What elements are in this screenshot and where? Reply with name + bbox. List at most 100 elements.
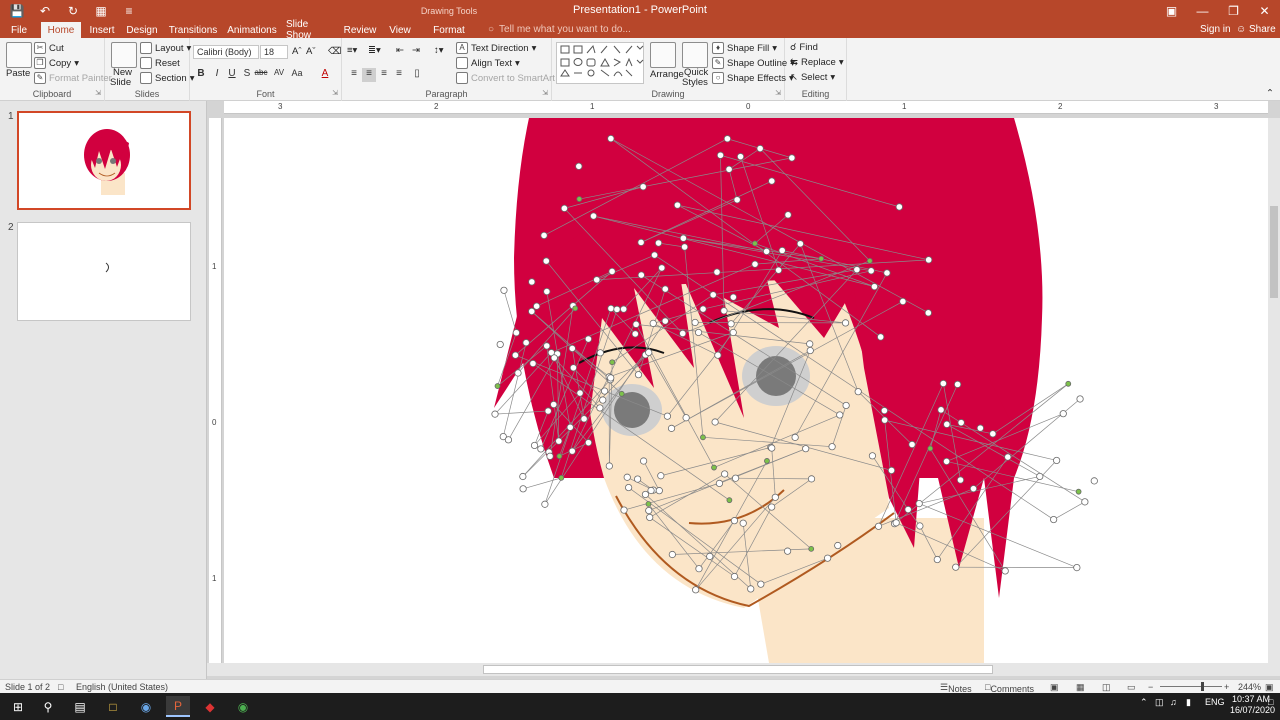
edit-point-handle[interactable] — [957, 419, 965, 427]
arrange-button[interactable]: Arrange — [650, 69, 684, 80]
edit-point-handle[interactable] — [540, 231, 548, 240]
edit-point-handle[interactable] — [954, 380, 962, 388]
edit-point-handle[interactable] — [661, 317, 669, 325]
share-button[interactable]: ☺ Share — [1236, 24, 1276, 35]
edit-point-handle[interactable] — [607, 374, 615, 382]
text-direction-button[interactable]: A Text Direction ▾ — [456, 42, 536, 54]
edit-point-handle[interactable] — [572, 305, 579, 312]
reset-button[interactable]: Reset — [140, 57, 180, 69]
chrome-icon[interactable]: ◉ — [231, 696, 255, 717]
input-language[interactable]: ENG — [1205, 697, 1225, 707]
align-text-button[interactable]: Align Text ▾ — [456, 57, 520, 69]
edit-point-handle[interactable] — [1004, 453, 1012, 461]
edit-point-handle[interactable] — [634, 371, 643, 379]
edit-point-handle[interactable] — [543, 342, 551, 350]
edit-point-handle[interactable] — [808, 545, 815, 552]
edit-point-handle[interactable] — [522, 339, 530, 347]
edit-point-handle[interactable] — [733, 196, 741, 204]
language-indicator[interactable]: English (United States) — [76, 682, 168, 692]
layout-button[interactable]: Layout ▾ — [140, 42, 191, 54]
paste-icon[interactable] — [6, 42, 32, 68]
edit-point-handle[interactable] — [613, 305, 621, 313]
battery-icon[interactable]: ▮ — [1186, 697, 1191, 708]
edit-point-handle[interactable] — [623, 473, 631, 481]
edit-point-handle[interactable] — [791, 433, 799, 441]
edit-point-handle[interactable] — [880, 407, 889, 415]
edit-point-handle[interactable] — [727, 320, 735, 328]
edit-point-handle[interactable] — [528, 278, 536, 286]
edit-point-handle[interactable] — [796, 240, 804, 248]
edit-point-handle[interactable] — [1076, 395, 1084, 403]
section-button[interactable]: Section ▾ — [140, 72, 194, 84]
edit-point-handle[interactable] — [904, 505, 912, 514]
horizontal-ruler[interactable]: 3 2 1 0 1 2 3 — [224, 101, 1268, 114]
line-spacing-icon[interactable]: ↕▾ — [434, 45, 444, 56]
columns-icon[interactable]: ▯ — [410, 68, 424, 82]
bullets-icon[interactable]: ≡▾ — [347, 45, 357, 56]
edit-point-handle[interactable] — [927, 445, 934, 452]
edit-point-handle[interactable] — [625, 483, 633, 492]
edit-point-handle[interactable] — [512, 329, 520, 337]
edit-point-handle[interactable] — [784, 211, 792, 219]
edit-point-handle[interactable] — [729, 293, 737, 301]
strikethrough-button[interactable]: abc — [254, 68, 268, 82]
edit-point-handle[interactable] — [1090, 477, 1098, 485]
edit-point-handle[interactable] — [895, 203, 903, 211]
search-icon[interactable]: ⚲ — [36, 696, 60, 717]
sign-in-link[interactable]: Sign in — [1200, 24, 1231, 35]
notifications-icon[interactable]: □ — [1268, 697, 1273, 707]
edit-point-handle[interactable] — [715, 479, 724, 488]
edit-point-handle[interactable] — [892, 519, 900, 527]
edit-point-handle[interactable] — [667, 424, 676, 432]
edit-point-handle[interactable] — [694, 328, 703, 337]
edit-point-handle[interactable] — [575, 162, 583, 170]
edit-point-handle[interactable] — [752, 240, 758, 247]
character-spacing-button[interactable]: AV — [272, 68, 286, 82]
paste-button[interactable]: Paste — [6, 68, 30, 79]
edit-point-handle[interactable] — [867, 267, 875, 275]
shape-fill-button[interactable]: ♦ Shape Fill ▾ — [712, 42, 777, 54]
zoom-slider[interactable] — [1160, 686, 1222, 687]
select-button[interactable]: ↖ Select ▾ — [790, 72, 835, 83]
edit-point-handle[interactable] — [778, 246, 786, 255]
copy-button[interactable]: ❐ Copy ▾ — [34, 57, 79, 69]
edit-point-handle[interactable] — [620, 506, 628, 514]
edit-point-handle[interactable] — [783, 547, 792, 555]
new-slide-icon[interactable] — [111, 42, 137, 68]
clear-formatting-icon[interactable]: ⌫ — [328, 46, 341, 57]
edit-point-handle[interactable] — [647, 486, 655, 495]
edit-point-handle[interactable] — [500, 286, 508, 294]
shape-outline-button[interactable]: ✎ Shape Outline ▾ — [712, 57, 795, 69]
font-size-combo[interactable]: 18 — [260, 45, 288, 59]
edit-point-handle[interactable] — [663, 412, 672, 420]
edit-point-handle[interactable] — [637, 271, 645, 279]
edit-point-handle[interactable] — [854, 388, 862, 396]
edit-point-handle[interactable] — [566, 423, 574, 431]
format-painter-button[interactable]: ✎ Format Painter — [34, 72, 112, 84]
italic-button[interactable]: I — [210, 68, 224, 82]
edit-point-handle[interactable] — [969, 485, 978, 493]
edit-point-handle[interactable] — [751, 260, 759, 268]
edit-point-handle[interactable] — [706, 552, 714, 560]
edit-point-handle[interactable] — [544, 407, 552, 415]
edit-point-handle[interactable] — [514, 369, 522, 377]
edit-point-handle[interactable] — [601, 387, 609, 395]
edit-point-handle[interactable] — [806, 340, 814, 348]
spell-check-icon[interactable]: □ — [58, 682, 63, 692]
slide-thumbnail-2[interactable] — [17, 222, 191, 321]
edit-point-handle[interactable] — [609, 359, 616, 366]
clipboard-dialog-launcher-icon[interactable]: ⇲ — [95, 89, 101, 97]
quick-styles-label-2[interactable]: Styles — [682, 77, 708, 88]
edit-point-handle[interactable] — [641, 490, 650, 499]
edit-point-handle[interactable] — [646, 513, 654, 522]
edit-point-handle[interactable] — [584, 335, 593, 343]
edit-point-handle[interactable] — [519, 472, 527, 481]
edit-point-handle[interactable] — [607, 134, 615, 143]
edit-point-handle[interactable] — [504, 436, 513, 444]
edit-point-handle[interactable] — [866, 257, 873, 264]
edit-point-handle[interactable] — [925, 256, 933, 264]
edit-point-handle[interactable] — [1053, 456, 1061, 465]
edit-point-handle[interactable] — [657, 472, 665, 480]
edit-point-handle[interactable] — [550, 354, 558, 362]
edit-point-handle[interactable] — [596, 349, 604, 357]
